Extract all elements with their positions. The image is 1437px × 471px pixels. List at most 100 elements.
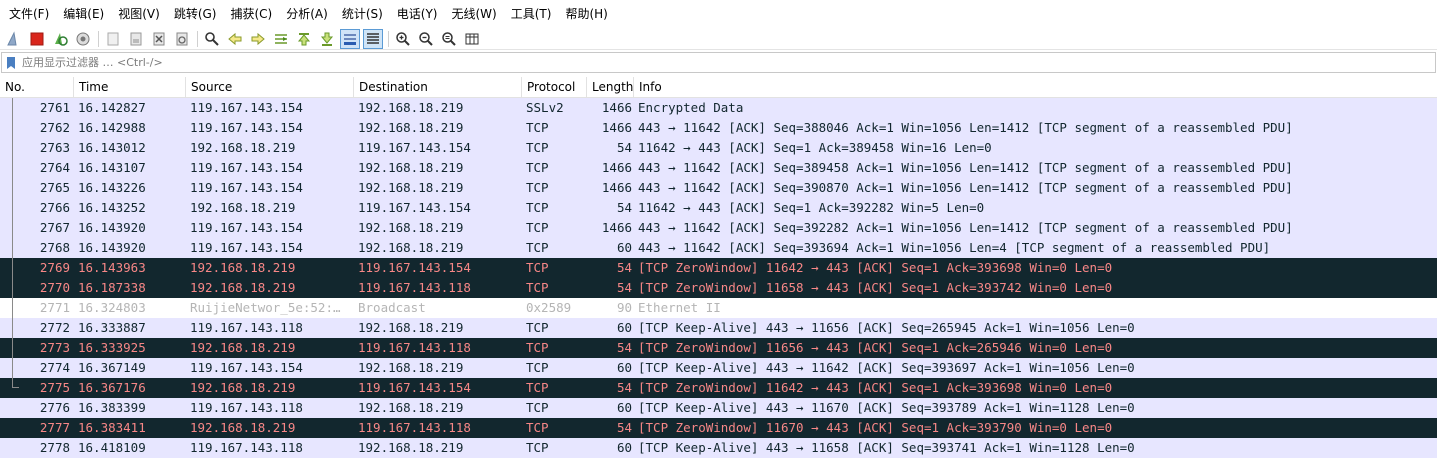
packet-info: 11642 → 443 [ACK] Seq=1 Ack=389458 Win=1… xyxy=(638,140,992,155)
zoom-normal-icon[interactable] xyxy=(439,29,459,49)
packet-info: 443 → 11642 [ACK] Seq=392282 Ack=1 Win=1… xyxy=(638,220,1293,235)
packet-info: 443 → 11642 [ACK] Seq=389458 Ack=1 Win=1… xyxy=(638,160,1293,175)
packet-info: [TCP ZeroWindow] 11670 → 443 [ACK] Seq=1… xyxy=(638,420,1113,435)
packet-row[interactable]: 2766 16.143252 192.168.18.219 119.167.143.1… xyxy=(0,198,1437,218)
packet-time: 16.143107 xyxy=(78,160,146,175)
packet-protocol: TCP xyxy=(526,240,549,255)
packet-row[interactable]: 2771 16.324803 RuijieNetwor_5e:52:… Broadca… xyxy=(0,298,1437,318)
packet-length: 60 xyxy=(616,400,632,415)
packet-row[interactable]: 2769 16.143963 192.168.18.219 119.167.143.1… xyxy=(0,258,1437,278)
menu-tools[interactable]: 工具(T) xyxy=(504,3,559,25)
column-header-info[interactable]: Info xyxy=(634,77,1437,98)
go-first-icon[interactable] xyxy=(294,29,314,49)
menu-wireless[interactable]: 无线(W) xyxy=(445,3,504,25)
column-header-source[interactable]: Source xyxy=(186,77,354,98)
menu-statistics[interactable]: 统计(S) xyxy=(335,3,390,25)
autoscroll-icon[interactable] xyxy=(340,28,360,49)
column-header-length[interactable]: Length xyxy=(587,77,634,98)
menu-go[interactable]: 跳转(G) xyxy=(167,3,224,25)
packet-protocol: TCP xyxy=(526,440,549,455)
packet-info: [TCP ZeroWindow] 11658 → 443 [ACK] Seq=1… xyxy=(638,280,1113,295)
packet-length: 54 xyxy=(616,140,632,155)
packet-row[interactable]: 2762 16.142988 119.167.143.154 192.168.18.2… xyxy=(0,118,1437,138)
packet-number: 2777 xyxy=(39,420,70,435)
menu-edit[interactable]: 编辑(E) xyxy=(56,3,111,25)
packet-row[interactable]: 2777 16.383411 192.168.18.219 119.167.143.1… xyxy=(0,418,1437,438)
packet-length: 90 xyxy=(616,300,632,315)
colorize-icon[interactable] xyxy=(363,28,383,49)
conversation-line-marker xyxy=(12,338,13,358)
packet-list[interactable]: No. Time Source Destination Protocol Len… xyxy=(0,77,1437,471)
packet-row[interactable]: 2774 16.367149 119.167.143.154 192.168.18.2… xyxy=(0,358,1437,378)
column-header-destination[interactable]: Destination xyxy=(354,77,522,98)
reload-file-icon[interactable] xyxy=(172,29,192,49)
column-header-protocol[interactable]: Protocol xyxy=(522,77,587,98)
packet-number: 2763 xyxy=(0,138,74,158)
conversation-line-marker xyxy=(12,158,13,178)
conversation-line-marker xyxy=(12,298,13,318)
packet-number: 2775 xyxy=(0,378,74,398)
conversation-line-marker xyxy=(12,238,13,258)
packet-number: 2768 xyxy=(0,238,74,258)
restart-capture-icon[interactable] xyxy=(50,29,70,49)
packet-destination: 192.168.18.219 xyxy=(358,320,464,335)
packet-source: 192.168.18.219 xyxy=(190,380,296,395)
packet-source: 119.167.143.154 xyxy=(190,180,303,195)
menu-analyze[interactable]: 分析(A) xyxy=(279,3,335,25)
find-packet-icon[interactable] xyxy=(202,29,222,49)
bookmark-icon[interactable] xyxy=(4,53,18,72)
open-file-icon[interactable] xyxy=(103,29,123,49)
shark-fin-start-icon[interactable] xyxy=(4,29,24,49)
close-file-icon[interactable] xyxy=(149,29,169,49)
packet-row[interactable]: 2768 16.143920 119.167.143.154 192.168.18.2… xyxy=(0,238,1437,258)
zoom-in-icon[interactable] xyxy=(393,29,413,49)
packet-row[interactable]: 2773 16.333925 192.168.18.219 119.167.143.1… xyxy=(0,338,1437,358)
packet-length: 1466 xyxy=(601,100,632,115)
capture-options-icon[interactable] xyxy=(73,29,93,49)
display-filter-input[interactable] xyxy=(18,54,1418,71)
packet-number: 2772 xyxy=(0,318,74,338)
packet-info: [TCP Keep-Alive] 443 → 11670 [ACK] Seq=3… xyxy=(638,400,1135,415)
packet-row[interactable]: 2770 16.187338 192.168.18.219 119.167.143.1… xyxy=(0,278,1437,298)
go-last-icon[interactable] xyxy=(317,29,337,49)
packet-row[interactable]: 2775 16.367176 192.168.18.219 119.167.143.1… xyxy=(0,378,1437,398)
menu-file[interactable]: 文件(F) xyxy=(2,3,56,25)
packet-row[interactable]: 2767 16.143920 119.167.143.154 192.168.18.2… xyxy=(0,218,1437,238)
packet-time: 16.418109 xyxy=(78,440,146,455)
conversation-line-marker xyxy=(12,118,13,138)
packet-destination: 119.167.143.154 xyxy=(358,260,471,275)
packet-row[interactable]: 2761 16.142827 119.167.143.154 192.168.18.2… xyxy=(0,98,1437,118)
menu-capture[interactable]: 捕获(C) xyxy=(223,3,279,25)
resize-columns-icon[interactable] xyxy=(462,29,482,49)
packet-info: [TCP ZeroWindow] 11656 → 443 [ACK] Seq=1… xyxy=(638,340,1113,355)
packet-row[interactable]: 2772 16.333887 119.167.143.118 192.168.18.2… xyxy=(0,318,1437,338)
packet-protocol: TCP xyxy=(526,340,549,355)
packet-info: 443 → 11642 [ACK] Seq=388046 Ack=1 Win=1… xyxy=(638,120,1293,135)
packet-row[interactable]: 2778 16.418109 119.167.143.118 192.168.18.2… xyxy=(0,438,1437,458)
packet-length: 54 xyxy=(616,280,632,295)
save-file-icon[interactable] xyxy=(126,29,146,49)
packet-info: 443 → 11642 [ACK] Seq=393694 Ack=1 Win=1… xyxy=(638,240,1271,255)
go-back-icon[interactable] xyxy=(225,29,245,49)
column-header-no[interactable]: No. xyxy=(0,77,74,98)
packet-number: 2776 xyxy=(39,400,70,415)
conversation-line-marker xyxy=(12,258,13,278)
column-header-time[interactable]: Time xyxy=(74,77,186,98)
menu-view[interactable]: 视图(V) xyxy=(111,3,167,25)
menu-telephony[interactable]: 电话(Y) xyxy=(390,3,445,25)
go-to-packet-icon[interactable] xyxy=(271,29,291,49)
packet-source: 119.167.143.154 xyxy=(190,360,303,375)
packet-row[interactable]: 2764 16.143107 119.167.143.154 192.168.18.2… xyxy=(0,158,1437,178)
zoom-out-icon[interactable] xyxy=(416,29,436,49)
packet-row[interactable]: 2776 16.383399 119.167.143.118 192.168.18.2… xyxy=(0,398,1437,418)
packet-list-header: No. Time Source Destination Protocol Len… xyxy=(0,77,1437,98)
packet-info: 11642 → 443 [ACK] Seq=1 Ack=392282 Win=5… xyxy=(638,200,985,215)
main-toolbar xyxy=(0,28,1437,50)
packet-row[interactable]: 2763 16.143012 192.168.18.219 119.167.143.1… xyxy=(0,138,1437,158)
packet-row[interactable]: 2765 16.143226 119.167.143.154 192.168.18.2… xyxy=(0,178,1437,198)
go-forward-icon[interactable] xyxy=(248,29,268,49)
packet-length: 54 xyxy=(616,420,632,435)
packet-info: 443 → 11642 [ACK] Seq=390870 Ack=1 Win=1… xyxy=(638,180,1293,195)
menu-help[interactable]: 帮助(H) xyxy=(558,3,614,25)
stop-capture-icon[interactable] xyxy=(27,29,47,49)
